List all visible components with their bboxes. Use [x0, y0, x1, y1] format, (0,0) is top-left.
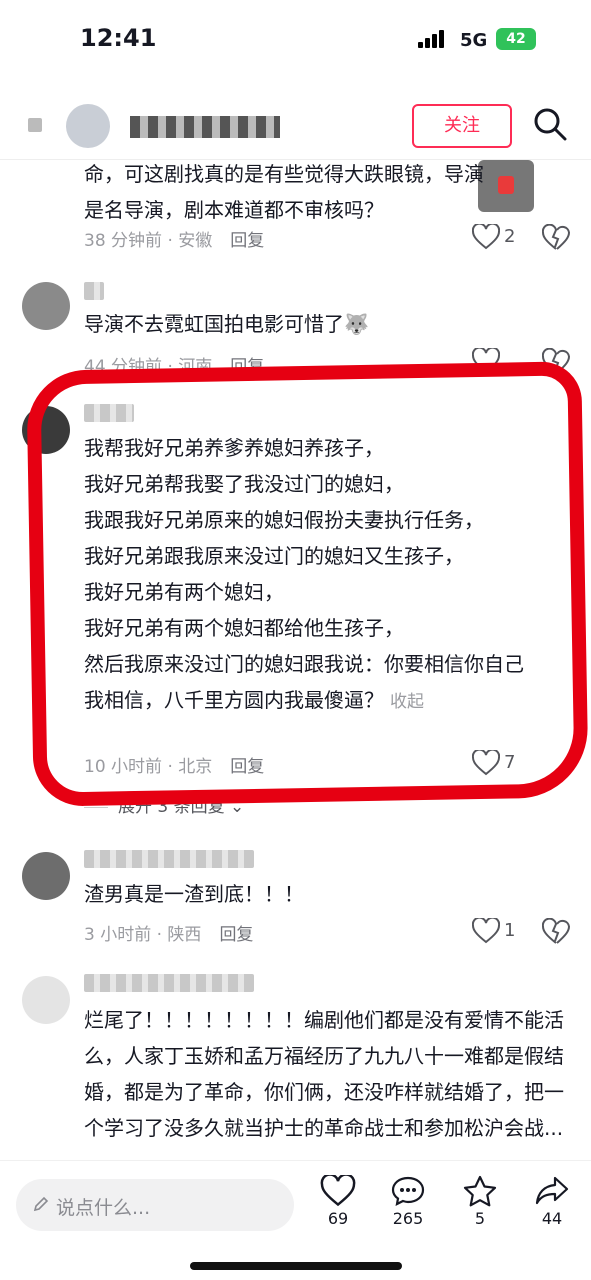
star-icon	[463, 1175, 497, 1207]
signal-icon	[418, 30, 450, 48]
username-blurred[interactable]	[84, 974, 254, 992]
avatar[interactable]	[22, 852, 70, 900]
network-type: 5G	[460, 30, 488, 51]
like-button[interactable]: 1	[472, 918, 528, 946]
home-indicator	[190, 1262, 402, 1270]
comment-text: 我帮我好兄弟养爹养媳妇养孩子， 我好兄弟帮我娶了我没过门的媳妇， 我跟我好兄弟原…	[84, 436, 524, 712]
collapse-button[interactable]: 收起	[390, 692, 424, 712]
comment-meta: 3 小时前 · 陕西 回复	[84, 925, 254, 945]
reply-button[interactable]: 回复	[230, 231, 264, 251]
favorite-action[interactable]: 5	[450, 1175, 510, 1228]
reply-button[interactable]: 回复	[230, 357, 264, 377]
broken-heart-icon[interactable]	[542, 918, 570, 946]
comment-text: 渣男真是一渣到底！！！	[84, 882, 304, 906]
share-action[interactable]: 44	[522, 1175, 582, 1228]
heart-icon	[472, 918, 500, 944]
comment-input[interactable]: 说点什么...	[16, 1179, 294, 1231]
comment-meta: 38 分钟前 · 安徽 回复	[84, 231, 265, 251]
comment-text: 命，可这剧找真的是有些觉得大跌眼镜，导演是名导演，剧本难道都不审核吗？	[84, 162, 484, 222]
comment-meta: 44 分钟前 · 河南 回复	[84, 357, 265, 377]
comment-text: 烂尾了！！！！！！！！编剧他们都是没有爱情不能活么，人家丁玉娇和孟万福经历了九九…	[84, 1008, 564, 1140]
avatar[interactable]	[22, 282, 70, 330]
like-button[interactable]	[472, 348, 528, 376]
heart-icon	[472, 224, 500, 250]
avatar[interactable]	[22, 976, 70, 1024]
like-button[interactable]: 2	[472, 224, 528, 252]
comment-action[interactable]: 265	[378, 1175, 438, 1228]
username-blurred[interactable]	[84, 404, 134, 422]
top-bar: 关注	[0, 96, 591, 160]
red-packet-icon[interactable]	[478, 160, 534, 212]
username-blurred[interactable]	[84, 850, 254, 868]
heart-icon	[320, 1175, 356, 1207]
search-icon[interactable]	[532, 106, 568, 142]
heart-icon	[472, 348, 500, 374]
avatar[interactable]	[22, 406, 70, 454]
comment-bubble-icon	[391, 1176, 425, 1206]
status-bar: 12:41 5G 42	[0, 0, 591, 80]
author-name-blurred[interactable]	[130, 116, 280, 138]
back-icon[interactable]	[28, 118, 42, 132]
username-blurred[interactable]	[84, 282, 104, 300]
reply-button[interactable]: 回复	[219, 925, 253, 945]
pencil-icon	[33, 1196, 49, 1212]
battery-icon: 42	[496, 28, 536, 50]
comment-meta: 10 小时前 · 北京 回复	[84, 757, 265, 777]
broken-heart-icon[interactable]	[542, 348, 570, 376]
heart-icon	[472, 750, 500, 776]
comment-text: 导演不去霓虹国拍电影可惜了🐺	[84, 312, 369, 336]
status-time: 12:41	[80, 24, 157, 52]
like-button[interactable]: 7	[472, 750, 528, 778]
like-action[interactable]: 69	[308, 1175, 368, 1228]
expand-replies-button[interactable]: 展开 3 条回复 ⌄	[84, 792, 244, 817]
broken-heart-icon[interactable]	[542, 224, 570, 252]
share-arrow-icon	[535, 1176, 569, 1205]
follow-button[interactable]: 关注	[412, 104, 512, 148]
author-avatar[interactable]	[66, 104, 110, 148]
reply-button[interactable]: 回复	[230, 757, 264, 777]
